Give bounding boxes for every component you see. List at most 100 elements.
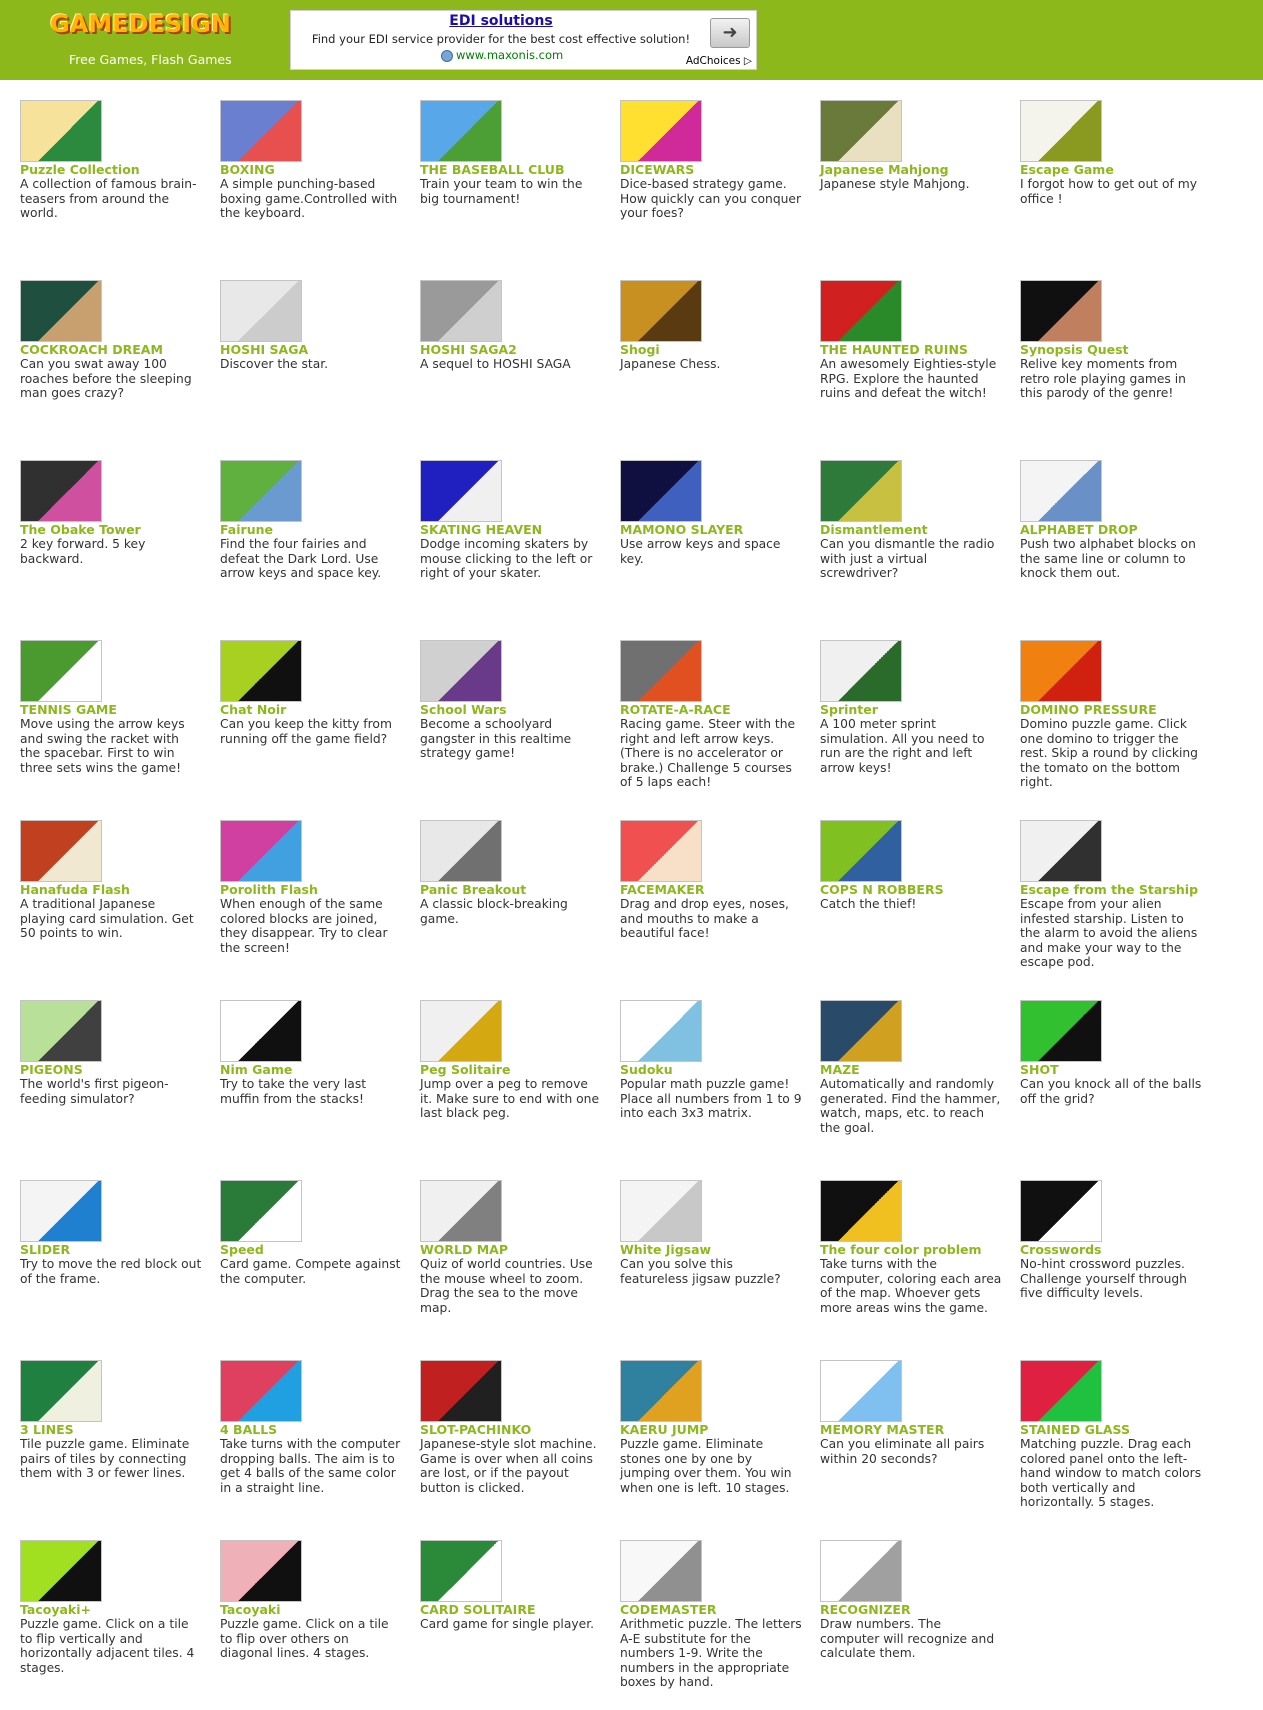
game-thumbnail[interactable]	[220, 820, 302, 882]
game-title-link[interactable]: Porolith Flash	[220, 882, 400, 897]
game-card[interactable]: DICEWARS Dice-based strategy game. How qu…	[620, 100, 801, 270]
game-thumbnail[interactable]	[820, 1540, 902, 1602]
game-thumbnail[interactable]	[20, 1180, 102, 1242]
game-card[interactable]: MAZE Automatically and randomly generated…	[820, 1000, 1000, 1170]
game-card[interactable]: MEMORY MASTER Can you eliminate all pairs…	[820, 1360, 1000, 1530]
game-title-link[interactable]: Panic Breakout	[420, 882, 600, 897]
game-thumbnail[interactable]	[820, 280, 902, 342]
game-thumbnail[interactable]	[620, 1540, 702, 1602]
game-title-link[interactable]: CARD SOLITAIRE	[420, 1602, 600, 1617]
game-thumbnail[interactable]	[820, 460, 902, 522]
game-card[interactable]: White Jigsaw Can you solve this featurele…	[620, 1180, 800, 1350]
game-title-link[interactable]: The four color problem	[820, 1242, 1000, 1257]
game-card[interactable]: Chat Noir Can you keep the kitty from run…	[220, 640, 400, 810]
arrow-right-icon[interactable]: ➜	[710, 18, 750, 48]
game-card[interactable]: Panic Breakout A classic block-breaking g…	[420, 820, 600, 990]
game-thumbnail[interactable]	[220, 640, 302, 702]
game-thumbnail[interactable]	[220, 100, 302, 162]
game-title-link[interactable]: HOSHI SAGA2	[420, 342, 600, 357]
game-card[interactable]: Speed Card game. Compete against the comp…	[220, 1180, 400, 1350]
game-card[interactable]: Crosswords No-hint crossword puzzles. Cha…	[1020, 1180, 1200, 1350]
game-card[interactable]: School Wars Become a schoolyard gangster …	[420, 640, 600, 810]
game-card[interactable]: Escape from the Starship Escape from your…	[1020, 820, 1200, 990]
game-title-link[interactable]: 4 BALLS	[220, 1422, 400, 1437]
game-card[interactable]: Sprinter A 100 meter sprint simulation. A…	[820, 640, 1000, 810]
game-title-link[interactable]: RECOGNIZER	[820, 1602, 1000, 1617]
game-title-link[interactable]: ALPHABET DROP	[1020, 522, 1200, 537]
game-title-link[interactable]: PIGEONS	[20, 1062, 200, 1077]
game-title-link[interactable]: KAERU JUMP	[620, 1422, 800, 1437]
game-card[interactable]: THE BASEBALL CLUB Train your team to win …	[420, 100, 600, 270]
game-title-link[interactable]: Dismantlement	[820, 522, 1000, 537]
game-card[interactable]: Synopsis Quest Relive key moments from re…	[1020, 280, 1200, 450]
game-card[interactable]: Puzzle Collection A collection of famous …	[20, 100, 200, 270]
game-thumbnail[interactable]	[20, 820, 102, 882]
game-card[interactable]: STAINED GLASS Matching puzzle. Drag each …	[1020, 1360, 1201, 1530]
game-card[interactable]: CARD SOLITAIRE Card game for single playe…	[420, 1540, 600, 1710]
game-title-link[interactable]: Fairune	[220, 522, 400, 537]
game-title-link[interactable]: STAINED GLASS	[1020, 1422, 1200, 1437]
game-title-link[interactable]: SLOT-PACHINKO	[420, 1422, 600, 1437]
game-title-link[interactable]: Japanese Mahjong	[820, 162, 1000, 177]
game-thumbnail[interactable]	[620, 460, 702, 522]
game-title-link[interactable]: COPS N ROBBERS	[820, 882, 1000, 897]
game-card[interactable]: Sudoku Popular math puzzle game! Place al…	[620, 1000, 802, 1170]
game-card[interactable]: MAMONO SLAYER Use arrow keys and space ke…	[620, 460, 800, 630]
game-title-link[interactable]: The Obake Tower	[20, 522, 200, 537]
game-thumbnail[interactable]	[620, 100, 702, 162]
game-card[interactable]: 4 BALLS Take turns with the computer drop…	[220, 1360, 400, 1530]
game-card[interactable]: ALPHABET DROP Push two alphabet blocks on…	[1020, 460, 1200, 630]
game-thumbnail[interactable]	[420, 1000, 502, 1062]
game-card[interactable]: HOSHI SAGA Discover the star.	[220, 280, 400, 450]
game-card[interactable]: KAERU JUMP Puzzle game. Eliminate stones …	[620, 1360, 800, 1530]
game-title-link[interactable]: DICEWARS	[620, 162, 800, 177]
game-card[interactable]: Japanese Mahjong Japanese style Mahjong.	[820, 100, 1000, 270]
game-thumbnail[interactable]	[1020, 1000, 1102, 1062]
ad-title-link[interactable]: EDI solutions	[291, 13, 711, 29]
game-title-link[interactable]: SHOT	[1020, 1062, 1200, 1077]
game-title-link[interactable]: WORLD MAP	[420, 1242, 600, 1257]
game-card[interactable]: SKATING HEAVEN Dodge incoming skaters by …	[420, 460, 600, 630]
game-card[interactable]: FACEMAKER Drag and drop eyes, noses, and …	[620, 820, 800, 990]
game-thumbnail[interactable]	[820, 1360, 902, 1422]
game-title-link[interactable]: TENNIS GAME	[20, 702, 200, 717]
game-card[interactable]: THE HAUNTED RUINS An awesomely Eighties-s…	[820, 280, 1000, 450]
game-title-link[interactable]: FACEMAKER	[620, 882, 800, 897]
game-card[interactable]: 3 LINES Tile puzzle game. Eliminate pairs…	[20, 1360, 200, 1530]
game-card[interactable]: Nim Game Try to take the very last muffin…	[220, 1000, 400, 1170]
game-thumbnail[interactable]	[620, 1180, 702, 1242]
game-card[interactable]: COPS N ROBBERS Catch the thief!	[820, 820, 1000, 990]
game-title-link[interactable]: School Wars	[420, 702, 600, 717]
game-title-link[interactable]: Shogi	[620, 342, 800, 357]
game-thumbnail[interactable]	[20, 280, 102, 342]
game-thumbnail[interactable]	[820, 1000, 902, 1062]
game-title-link[interactable]: COCKROACH DREAM	[20, 342, 200, 357]
game-card[interactable]: The Obake Tower 2 key forward. 5 key back…	[20, 460, 200, 630]
game-card[interactable]: Tacoyaki Puzzle game. Click on a tile to …	[220, 1540, 400, 1710]
game-title-link[interactable]: 3 LINES	[20, 1422, 200, 1437]
game-thumbnail[interactable]	[20, 640, 102, 702]
game-thumbnail[interactable]	[1020, 1360, 1102, 1422]
game-thumbnail[interactable]	[1020, 820, 1102, 882]
game-thumbnail[interactable]	[20, 1000, 102, 1062]
game-thumbnail[interactable]	[420, 1540, 502, 1602]
game-card[interactable]: BOXING A simple punching-based boxing gam…	[220, 100, 400, 270]
game-title-link[interactable]: ROTATE-A-RACE	[620, 702, 800, 717]
game-thumbnail[interactable]	[420, 460, 502, 522]
game-thumbnail[interactable]	[1020, 280, 1102, 342]
game-title-link[interactable]: Tacoyaki+	[20, 1602, 200, 1617]
game-card[interactable]: HOSHI SAGA2 A sequel to HOSHI SAGA	[420, 280, 600, 450]
game-thumbnail[interactable]	[220, 1360, 302, 1422]
game-title-link[interactable]: THE BASEBALL CLUB	[420, 162, 600, 177]
game-title-link[interactable]: MEMORY MASTER	[820, 1422, 1000, 1437]
game-thumbnail[interactable]	[420, 280, 502, 342]
game-card[interactable]: Shogi Japanese Chess.	[620, 280, 800, 450]
game-title-link[interactable]: BOXING	[220, 162, 400, 177]
game-title-link[interactable]: Sprinter	[820, 702, 1000, 717]
game-card[interactable]: DOMINO PRESSURE Domino puzzle game. Click…	[1020, 640, 1200, 810]
game-card[interactable]: COCKROACH DREAM Can you swat away 100 roa…	[20, 280, 200, 450]
ad-url-link[interactable]: www.maxonis.com	[441, 48, 563, 62]
game-title-link[interactable]: HOSHI SAGA	[220, 342, 400, 357]
game-thumbnail[interactable]	[420, 640, 502, 702]
game-title-link[interactable]: Tacoyaki	[220, 1602, 400, 1617]
